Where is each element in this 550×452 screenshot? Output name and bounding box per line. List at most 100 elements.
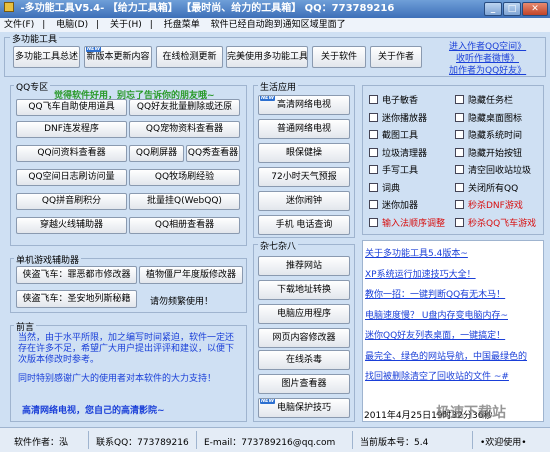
checkbox-item[interactable]: 隐藏桌面图标	[455, 111, 522, 124]
qq-button[interactable]: 穿越火线辅助器	[16, 217, 127, 234]
overview-button[interactable]: 多功能工具总述	[13, 46, 80, 68]
menu-about[interactable]: 关于(H)	[110, 20, 142, 30]
checkbox[interactable]	[455, 165, 464, 174]
checkbox-label: 秒杀QQ飞车游戏	[468, 218, 537, 229]
check-update-button[interactable]: 在线检测更新	[156, 46, 223, 68]
checkbox-label: 关闭所有QQ	[468, 183, 519, 194]
checkbox-item[interactable]: 隐藏任务栏	[455, 93, 513, 106]
news-link[interactable]: 找回被删除清空了回收站的文件 ~#	[365, 369, 542, 382]
pvz-button[interactable]: 植物僵尸年度版修改器	[139, 266, 243, 284]
life-button[interactable]: 眼保健操	[258, 143, 350, 163]
checkbox-item[interactable]: 截图工具	[369, 128, 418, 141]
status-contact: 联系QQ：773789216	[96, 438, 189, 448]
tray-notice: 软件已经自动跑到通知区域里面了	[210, 20, 346, 30]
checkbox-item[interactable]: 迷你加器	[369, 198, 418, 211]
foreword-label: 前言	[14, 320, 37, 333]
add-friend-link[interactable]: 加作者为QQ好友》	[449, 63, 526, 76]
qq-button[interactable]: QQ好友批量删除或还原	[129, 99, 240, 116]
single-game-group-label: 单机游戏辅助器	[14, 253, 82, 266]
qq-button[interactable]: QQ飞车自助使用道具	[16, 99, 127, 116]
status-welcome: •欢迎使用•	[480, 438, 527, 448]
gta-vc-button[interactable]: 侠盗飞车：罪恶都市修改器	[16, 266, 137, 284]
perfect-use-button[interactable]: 完美使用多功能工具	[226, 46, 308, 68]
misc-button[interactable]: 推荐网站	[258, 256, 350, 276]
news-link[interactable]: 教你一招：一键判断QQ有无木马！	[365, 287, 542, 300]
checkbox[interactable]	[369, 165, 378, 174]
checkbox-item[interactable]: 电子敏香	[369, 93, 418, 106]
qq-button[interactable]: QQ牧场刷经验	[129, 169, 240, 186]
checkbox-label: 清空回收站垃圾	[468, 166, 532, 176]
checkbox-item[interactable]: 清空回收站垃圾	[455, 163, 531, 176]
gta-sa-button[interactable]: 侠盗飞车：圣安地列斯秘籍	[16, 290, 137, 308]
life-button[interactable]: 迷你闹钟	[258, 191, 350, 211]
life-button[interactable]: 普通网络电视	[258, 119, 350, 139]
menu-tray[interactable]: 托盘菜单	[164, 20, 200, 30]
checkbox-item[interactable]: 输入法顺序调整	[369, 216, 445, 229]
checkbox-item[interactable]: 隐藏开始按钮	[455, 146, 522, 159]
qq-button[interactable]: QQ拼音刷积分	[16, 193, 127, 210]
minimize-button[interactable]: _	[484, 2, 502, 16]
qq-button[interactable]: QQ刷屏器	[129, 145, 184, 162]
checkbox[interactable]	[369, 200, 378, 209]
news-link[interactable]: 关于多功能工具5.4版本~	[365, 246, 542, 259]
misc-button[interactable]: 下载地址转换	[258, 280, 350, 300]
qq-button[interactable]: QQ秀查看器	[186, 145, 240, 162]
life-button[interactable]: 手机 电话查询	[258, 215, 350, 235]
pc-protect-button[interactable]: NEW 电脑保护技巧	[258, 398, 350, 418]
misc-button[interactable]: 网页内容修改器	[258, 328, 350, 348]
checkbox[interactable]	[455, 182, 464, 192]
checkbox[interactable]	[455, 147, 464, 157]
about-software-button[interactable]: 关于软件	[312, 46, 366, 68]
close-button[interactable]: ✕	[522, 2, 548, 16]
checkbox[interactable]	[455, 130, 464, 139]
checkbox-label: 电子敏香	[382, 96, 419, 106]
changelog-button[interactable]: NEW 新版本更新内容	[84, 46, 152, 68]
checkbox[interactable]	[455, 95, 464, 104]
about-author-button[interactable]: 关于作者	[370, 46, 422, 68]
checkbox[interactable]	[369, 130, 378, 139]
checkbox[interactable]	[369, 147, 378, 157]
window-title: -多功能工具V5.4- 【给力工具箱】 【最时尚、给力的工具箱】 QQ：7737…	[20, 3, 395, 14]
checkbox[interactable]	[455, 112, 464, 122]
checkbox-item[interactable]: 手写工具	[369, 163, 418, 176]
news-link[interactable]: XP系统运行加速技巧大全！	[365, 267, 542, 280]
checkbox[interactable]	[369, 112, 378, 122]
checkbox-item[interactable]: 迷你播放器	[369, 111, 427, 124]
new-badge: NEW	[260, 398, 276, 404]
menu-computer[interactable]: 电脑(D)	[56, 20, 88, 30]
checkbox-label: 秒杀DNF游戏	[468, 201, 523, 211]
qq-button[interactable]: DNF连发程序	[16, 121, 127, 138]
checkbox-item[interactable]: 关闭所有QQ	[455, 181, 518, 194]
checkbox-label: 迷你加器	[382, 201, 419, 211]
new-badge: NEW	[86, 46, 102, 52]
news-link[interactable]: 迷你QQ好友列表桌面，一键搞定！	[365, 328, 542, 341]
checkbox[interactable]	[369, 182, 378, 192]
misc-button[interactable]: 在线杀毒	[258, 350, 350, 370]
qq-button[interactable]: QQ问资料查看器	[16, 145, 127, 162]
checkbox-item[interactable]: 隐藏系统时间	[455, 128, 522, 141]
misc-button[interactable]: 电脑应用程序	[258, 304, 350, 324]
checkbox[interactable]	[369, 95, 378, 104]
hd-tv-button[interactable]: NEW 高清网络电视	[258, 95, 350, 115]
qq-button[interactable]: QQ相册查看器	[129, 217, 240, 234]
maximize-button[interactable]: □	[503, 2, 521, 16]
qq-button[interactable]: QQ宠物资料查看器	[129, 121, 240, 138]
checkbox-item[interactable]: 秒杀QQ飞车游戏	[455, 216, 536, 229]
menu-bar: 文件(F) | 电脑(D) | 关于(H) | 托盘菜单 软件已经自动跑到通知区域里面…	[0, 18, 550, 32]
checkbox-label: 截图工具	[382, 131, 419, 141]
checkbox[interactable]	[455, 200, 464, 209]
checkbox[interactable]	[369, 217, 378, 227]
checkbox-item[interactable]: 垃圾清理器	[369, 146, 427, 159]
checkbox-item[interactable]: 秒杀DNF游戏	[455, 198, 523, 211]
checkbox-item[interactable]: 词典	[369, 181, 400, 194]
news-link[interactable]: 电脑速度慢？ U盘内存变电脑内存~	[365, 308, 542, 321]
misc-group-label: 杂七杂八	[258, 239, 299, 252]
life-button[interactable]: 72小时天气预报	[258, 167, 350, 187]
qq-button[interactable]: 批量挂Q(WebQQ)	[129, 193, 240, 210]
misc-button[interactable]: 图片查看器	[258, 374, 350, 394]
qq-button[interactable]: QQ空间日志刷访问量	[16, 169, 127, 186]
checkbox-panel	[362, 85, 544, 235]
menu-file[interactable]: 文件(F)	[4, 20, 34, 30]
checkbox[interactable]	[455, 217, 464, 227]
news-link[interactable]: 最完全、绿色的网站导航，中国最绿色的	[365, 349, 542, 362]
